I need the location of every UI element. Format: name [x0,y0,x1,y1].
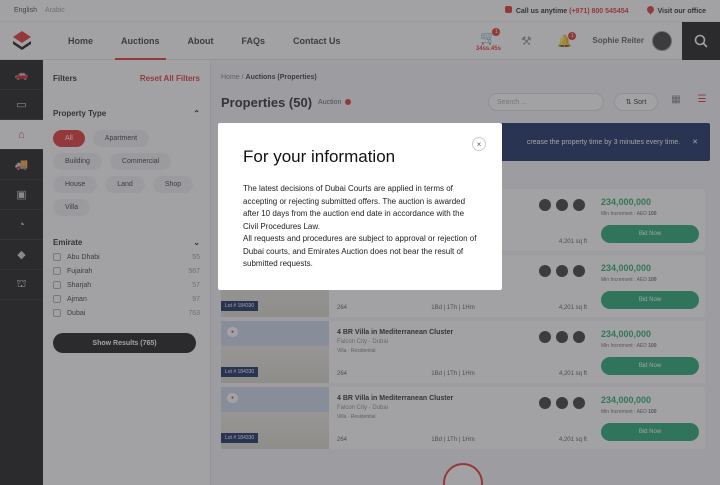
modal-title: For your information [243,147,396,166]
modal-paragraph-2: All requests and procedures are subject … [243,234,477,268]
info-modal: × For your information The latest decisi… [218,123,502,290]
close-modal-button[interactable]: × [472,137,486,151]
modal-paragraph-1: The latest decisions of Dubai Courts are… [243,184,466,231]
